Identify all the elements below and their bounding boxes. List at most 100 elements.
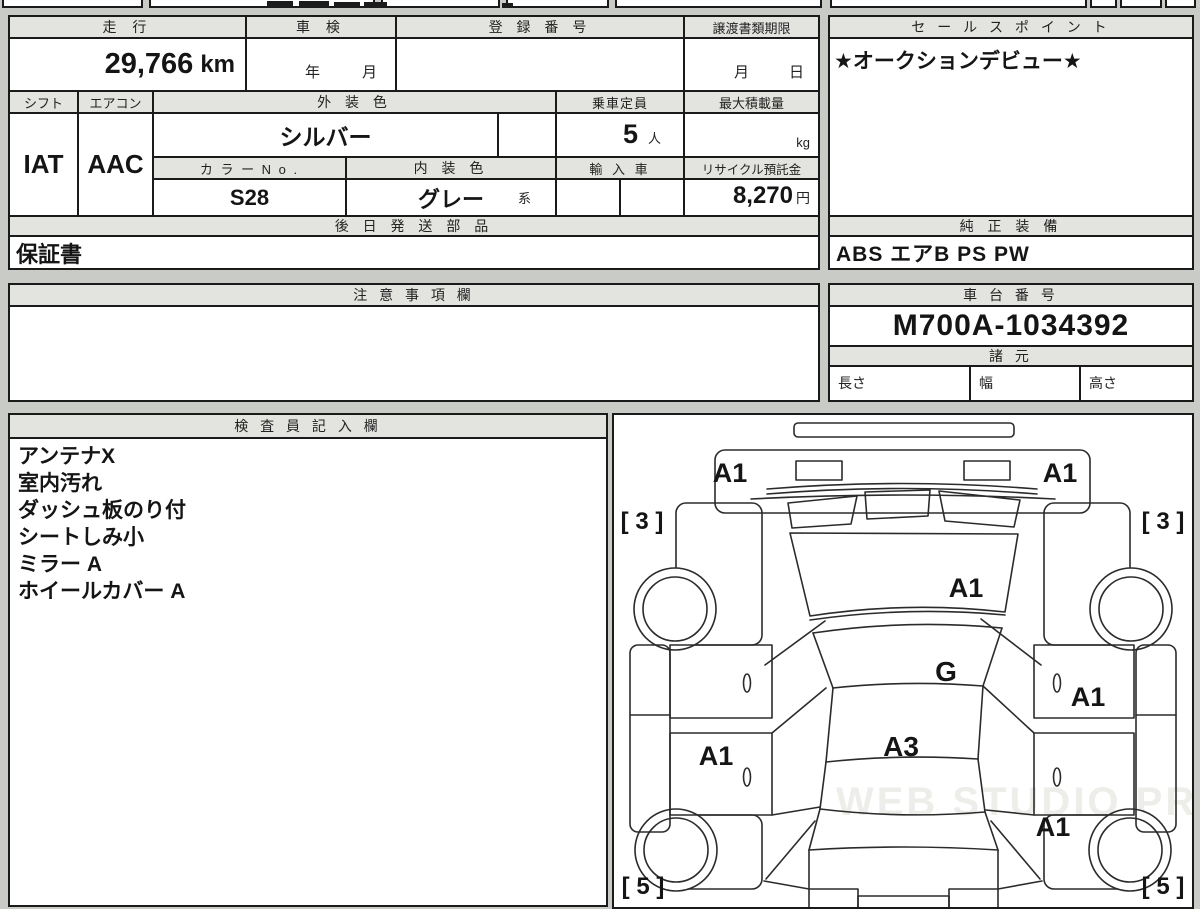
- clipped-text-fragment: [364, 2, 387, 8]
- clipped-cell: [830, 0, 1087, 8]
- later-parts-value-cell: 保証書: [8, 235, 820, 270]
- registration-header: 登 録 番 号: [395, 15, 685, 39]
- interior-color-header: 内 装 色: [345, 156, 557, 180]
- door-handle: [742, 673, 752, 693]
- aircon-header: エアコン: [77, 90, 154, 114]
- grade-label-front-fender-right: [ 3 ]: [1142, 508, 1185, 535]
- inspector-line: ダッシュ板のり付: [18, 499, 186, 522]
- color-no-header: カ ラ ー N o .: [152, 156, 347, 180]
- specs-header: 諸 元: [828, 345, 1194, 367]
- transfer-month-label: 月: [733, 64, 749, 81]
- equipment-body: ABS エアB PS PW: [828, 235, 1194, 270]
- spec-width-label: 幅: [979, 375, 993, 391]
- inspection-year-label: 年: [304, 64, 320, 81]
- mileage-value: 29,766: [104, 48, 194, 80]
- grade-label-front-fender-left: [ 3 ]: [621, 508, 664, 535]
- roof-bar-shape: [793, 422, 1015, 438]
- mileage-header: 走 行: [8, 15, 247, 39]
- exterior-color-spare-cell: [497, 112, 557, 158]
- transfer-day-label: 日: [788, 64, 804, 81]
- mileage-value-cell: 29,766 km: [8, 37, 247, 92]
- chassis-header: 車 台 番 号: [828, 283, 1194, 307]
- spec-length-label: 長さ: [838, 375, 866, 391]
- recycle-value: 8,270: [732, 182, 793, 209]
- exterior-color-header: 外 装 色: [152, 90, 557, 114]
- import-value-cell-1: [555, 178, 621, 217]
- notes-body: [8, 305, 820, 402]
- later-parts-value: 保証書: [16, 241, 83, 267]
- import-value-cell-2: [619, 178, 685, 217]
- clipped-text-fragment: [334, 2, 360, 8]
- inspection-header: 車 検: [245, 15, 397, 39]
- spec-width-cell: 幅: [969, 365, 1081, 402]
- notes-header: 注 意 事 項 欄: [8, 283, 820, 307]
- recycle-unit: 円: [796, 190, 810, 206]
- max-load-value-cell: kg: [683, 112, 820, 158]
- max-load-header: 最大積載量: [683, 90, 820, 114]
- spec-length-cell: 長さ: [828, 365, 971, 402]
- color-no-value-cell: S28: [152, 178, 347, 217]
- recycle-header: リサイクル預託金: [683, 156, 820, 180]
- interior-color-suffix: 系: [517, 191, 531, 206]
- inspector-body: アンテナX 室内汚れ ダッシュ板のり付 シートしみ小 ミラー A ホイールカバー…: [8, 437, 608, 907]
- sales-point-header: セ ー ル ス ポ イ ン ト: [828, 15, 1194, 39]
- equipment-value: ABS エアB PS PW: [836, 242, 1030, 266]
- clipped-cell: [1120, 0, 1162, 8]
- sales-point-value: ★オークションデビュー★: [834, 50, 1082, 73]
- transfer-value-cell: 月 日: [683, 37, 820, 92]
- clipped-cell: [1165, 0, 1196, 8]
- grade-label-door-left-rear: A1: [699, 741, 734, 771]
- clipped-cell: [1090, 0, 1117, 8]
- chassis-value-cell: M700A-1034392: [828, 305, 1194, 347]
- door-left-front-shape: [669, 644, 773, 719]
- inspector-header: 検 査 員 記 入 欄: [8, 413, 608, 439]
- grade-label-rear-corner-left: [ 5 ]: [622, 873, 665, 900]
- inspection-value-cell: 年 月: [245, 37, 397, 92]
- clipped-cell: [381, 0, 500, 8]
- max-load-unit: kg: [796, 135, 810, 150]
- capacity-value-cell: 5 人: [555, 112, 685, 158]
- shift-header: シフト: [8, 90, 79, 114]
- clipped-text-fragment: [502, 3, 513, 8]
- registration-value-cell: [395, 37, 685, 92]
- car-diagram-panel: WEB STUDIO PRO A1 A1 [3] [3] A1 G A1…: [612, 413, 1194, 909]
- import-header: 輸 入 車: [555, 156, 685, 180]
- recycle-value-cell: 8,270 円: [683, 178, 820, 217]
- exterior-color-value: シルバー: [279, 124, 372, 150]
- capacity-value: 5: [622, 119, 638, 149]
- equipment-header: 純 正 装 備: [828, 215, 1194, 237]
- aircon-value-cell: AAC: [77, 112, 154, 217]
- inspector-line: アンテナX: [18, 445, 116, 468]
- door-handle: [1052, 673, 1062, 693]
- grade-label-hood: A1: [949, 573, 984, 603]
- later-parts-header: 後 日 発 送 部 品: [8, 215, 820, 237]
- shift-value-cell: IAT: [8, 112, 79, 217]
- color-no-value: S28: [229, 184, 270, 210]
- inspection-month-label: 月: [361, 64, 377, 81]
- hood-shape: [789, 532, 1019, 617]
- clipped-cell: [615, 0, 822, 8]
- grade-label-front-bumper-left: A1: [713, 458, 748, 488]
- inspector-line: 室内汚れ: [18, 472, 102, 495]
- rocker-left-shape: [629, 644, 671, 833]
- clipped-cell: [2, 0, 143, 8]
- clipped-text-fragment: [267, 1, 293, 8]
- shift-value: IAT: [23, 149, 64, 179]
- car-condition-diagram: WEB STUDIO PRO A1 A1 [3] [3] A1 G A1…: [621, 422, 1192, 907]
- interior-color-value-cell: グレー 系: [345, 178, 557, 217]
- spec-height-label: 高さ: [1089, 375, 1117, 391]
- interior-color-value: グレー: [417, 186, 484, 212]
- sales-point-body: ★オークションデビュー★: [828, 37, 1194, 217]
- inspector-line: ホイールカバー A: [18, 580, 186, 603]
- grade-label-front-bumper-right: A1: [1043, 458, 1078, 488]
- roof-shape: [825, 687, 834, 763]
- aircon-value: AAC: [87, 149, 144, 179]
- spec-height-cell: 高さ: [1079, 365, 1194, 402]
- mileage-unit: km: [200, 50, 235, 78]
- grade-label-rear-corner-right: [ 5 ]: [1142, 873, 1185, 900]
- front-bumper-shape: [714, 449, 1091, 514]
- grade-label-quarter-right-rear: A1: [1036, 812, 1071, 842]
- grade-label-cowl: G: [935, 656, 957, 687]
- transfer-deadline-header: 譲渡書類期限: [683, 15, 820, 39]
- exterior-color-value-cell: シルバー: [152, 112, 499, 158]
